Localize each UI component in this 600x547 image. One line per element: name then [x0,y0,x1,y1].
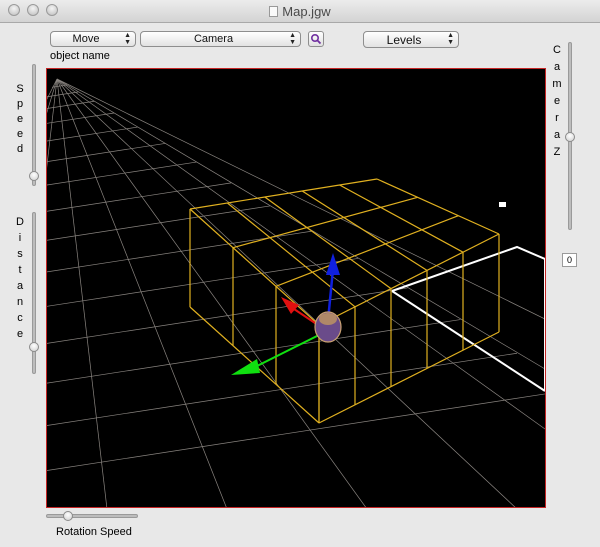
distance-slider-knob[interactable] [29,342,39,353]
3d-viewport[interactable] [46,68,546,508]
grid-line [56,78,545,430]
grid-line [56,78,516,507]
label-letter: m [552,78,562,90]
label-letter: p [16,98,24,110]
window-title: Map.jgw [0,4,600,19]
label-letter: t [18,264,22,276]
grid-line [318,233,500,326]
distance-slider-track[interactable] [29,212,39,374]
label-letter: e [16,113,24,125]
grid-line [275,215,459,287]
distance-label: Distance [14,214,26,342]
grid-line [47,287,408,344]
label-letter: a [553,61,561,73]
mode-popup-label: Move [72,33,100,45]
label-letter: r [555,112,559,124]
search-button[interactable] [308,31,324,47]
axis-z-arrow [231,359,260,375]
grid-line [47,393,545,471]
document-icon [269,6,279,17]
grid-line [47,182,232,212]
axis-y-arrow [326,253,340,275]
camera-z-slider-track[interactable] [565,42,575,230]
grid-line [47,161,197,186]
rotation-speed-slider-knob[interactable] [63,511,74,521]
label-letter: e [16,328,24,340]
camera-z-slider-knob[interactable] [565,132,575,142]
label-letter: S [16,83,24,95]
scene-svg [47,78,545,507]
rotation-speed-label: Rotation Speed [56,526,132,538]
label-letter: d [16,143,24,155]
grid-line [47,205,270,241]
object-gizmo [231,253,342,375]
label-letter: C [553,44,561,56]
grid-line [376,178,500,235]
grid-line [318,331,500,424]
grid-line [47,78,58,114]
updown-arrows-icon: ▲ ▼ [289,32,296,46]
label-letter: e [553,95,561,107]
grid-line [56,78,227,507]
view-popup-label: Camera [193,33,234,45]
selected-object-box [189,178,500,424]
camera-z-value-field: 0 [562,253,577,267]
label-letter: a [16,280,24,292]
floor-outline [391,245,545,392]
grid-line [56,78,108,507]
updown-arrows-icon: ▲ ▼ [447,32,454,46]
grid-line [47,78,58,169]
grid-line [189,178,378,210]
title-bar: Map.jgw [0,0,600,23]
grid-line [301,190,428,271]
character-head [319,313,337,325]
object-name-label: object name [50,50,110,62]
speed-label: Speed [14,82,26,157]
grid-line [232,196,418,249]
window-title-text: Map.jgw [282,4,331,19]
label-letter: Z [553,146,561,158]
label-letter: a [553,129,561,141]
grid-line [189,208,320,326]
updown-arrows-icon: ▲ ▼ [124,32,131,46]
mode-popup[interactable]: Move ▲ ▼ [50,31,136,47]
speed-slider-knob[interactable] [29,171,39,182]
light-marker [499,202,506,207]
magnifier-icon [310,33,322,45]
grid-line [47,78,58,100]
label-letter: i [18,232,22,244]
view-popup[interactable]: Camera ▲ ▼ [140,31,301,47]
label-letter: c [17,312,23,324]
label-letter: D [16,216,24,228]
levels-popup[interactable]: Levels ▲ ▼ [363,31,459,48]
camera-z-label: CameraZ [551,42,563,161]
label-letter: e [16,128,24,140]
speed-slider-track[interactable] [29,64,39,186]
grid-line [56,78,366,507]
grid-line [47,112,115,124]
floor-grid [47,78,545,507]
levels-popup-label: Levels [386,33,422,47]
grid-line [339,184,464,253]
label-letter: n [16,296,24,308]
grid-line [56,78,545,320]
grid-line [47,126,138,142]
rotation-speed-slider-track[interactable] [46,511,138,521]
label-letter: s [17,248,23,260]
